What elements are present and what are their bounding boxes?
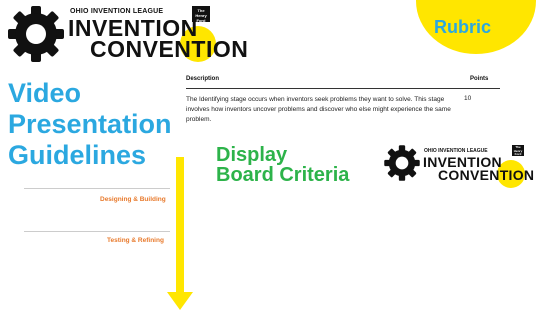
ford-logo: The Henry Ford [192,6,210,23]
rubric-header-points: Points [470,76,489,82]
stage-divider [24,188,170,189]
video-guidelines-title: Video Presentation Guidelines [8,78,172,171]
gear-icon [384,145,420,181]
rubric-divider [186,88,500,89]
rubric-title: Rubric [434,17,492,37]
down-arrow-icon [167,292,193,310]
rubric-row-points: 10 [464,95,472,102]
video-title-line2: Presentation [8,109,172,139]
display-title-line2: Board Criteria [216,164,350,186]
logo-convention-text: CONVENTION [90,36,249,62]
stage-label-testing: Testing & Refining [107,237,164,244]
stage-label-designing: Designing & Building [100,196,166,203]
stage-divider [24,231,170,232]
video-title-line3: Guidelines [8,140,147,170]
video-title-line1: Video [8,78,82,108]
gear-icon [8,6,64,62]
rubric-row-description: The Identifying stage occurs when invent… [186,96,451,123]
down-arrow-shaft [176,157,184,295]
ford-logo: The Henry Ford [512,145,524,156]
logo-league-text: OHIO INVENTION LEAGUE [70,8,164,15]
rubric-header-description: Description [186,76,220,82]
display-board-title: Display Board Criteria [216,145,349,185]
logo2-convention-text: CONVENTION [438,167,535,183]
display-title-line1: Display [216,144,288,166]
